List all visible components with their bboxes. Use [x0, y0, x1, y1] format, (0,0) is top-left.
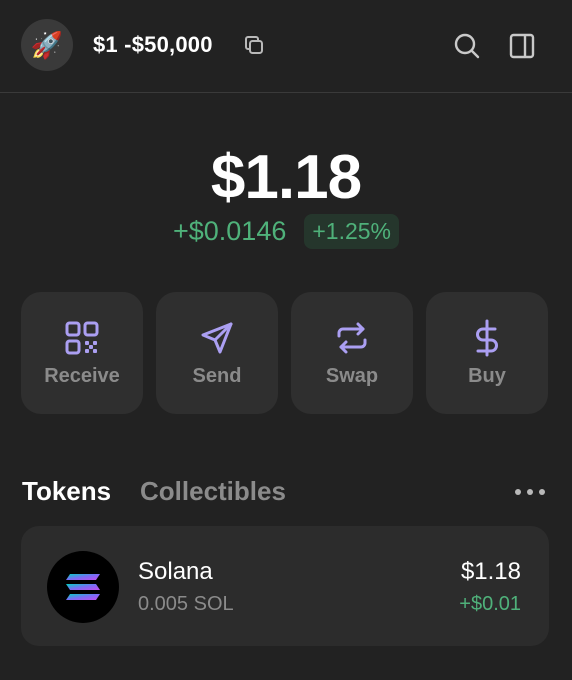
swap-icon	[337, 322, 367, 353]
swap-button[interactable]: Swap	[291, 292, 413, 414]
qr-code-icon	[65, 321, 99, 354]
send-label: Send	[192, 364, 242, 387]
copy-icon[interactable]	[242, 33, 266, 57]
token-row-solana[interactable]: Solana 0.005 SOL $1.18 +$0.01	[21, 526, 549, 646]
send-icon	[201, 322, 233, 353]
receive-label: Receive	[44, 364, 120, 387]
dollar-icon	[476, 319, 498, 356]
balance-change-percent: +1.25%	[304, 214, 400, 249]
wallet-app: 🚀 $1 -$50,000 $1.18 +$0.0146 +1.25% Rece…	[0, 0, 572, 680]
token-value: $1.18	[460, 558, 521, 585]
receive-button[interactable]: Receive	[21, 292, 143, 414]
action-buttons: Receive Send Swap Buy	[21, 292, 548, 414]
header: 🚀 $1 -$50,000	[0, 0, 572, 93]
more-options-icon[interactable]	[512, 484, 548, 500]
search-icon[interactable]	[453, 32, 481, 60]
buy-label: Buy	[468, 364, 506, 387]
account-avatar[interactable]: 🚀	[21, 19, 73, 71]
buy-button[interactable]: Buy	[426, 292, 548, 414]
token-change: +$0.01	[459, 593, 521, 615]
send-button[interactable]: Send	[156, 292, 278, 414]
account-name[interactable]: $1 -$50,000	[93, 32, 213, 58]
swap-label: Swap	[325, 364, 379, 387]
tab-tokens[interactable]: Tokens	[22, 476, 111, 507]
token-amount: 0.005 SOL	[138, 593, 234, 615]
balance-change-amount: +$0.0146	[172, 216, 287, 246]
token-name: Solana	[138, 558, 213, 585]
side-panel-icon[interactable]	[508, 32, 536, 60]
total-balance: $1.18	[210, 143, 362, 212]
solana-logo-icon	[47, 551, 119, 623]
tab-collectibles[interactable]: Collectibles	[140, 476, 286, 507]
rocket-icon: 🚀	[30, 30, 64, 60]
balance-change-row: +$0.0146 +1.25%	[0, 214, 572, 249]
